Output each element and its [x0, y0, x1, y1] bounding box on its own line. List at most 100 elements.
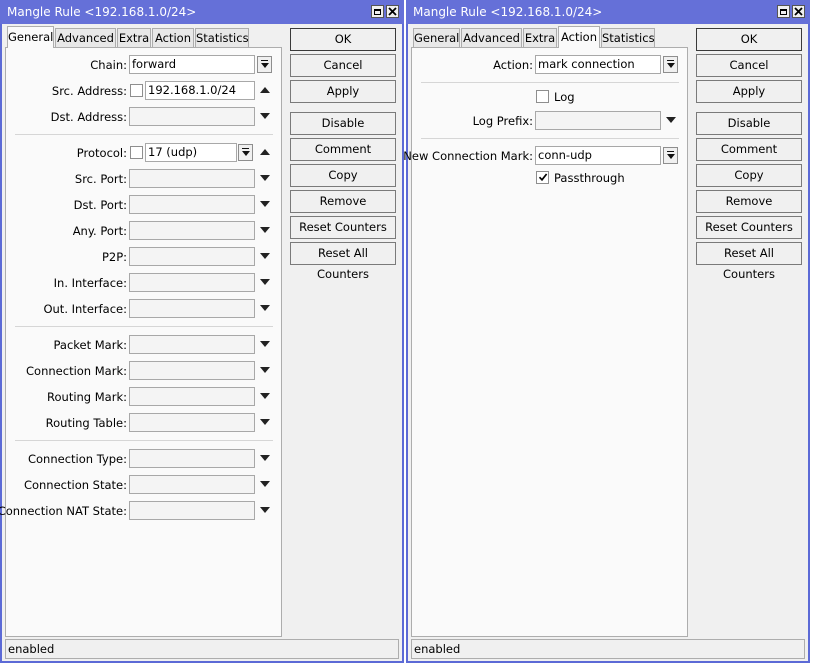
src-address-label: Src. Address: — [51, 84, 127, 98]
protocol-dropdown-button[interactable] — [238, 144, 253, 161]
expand-down-icon[interactable] — [260, 507, 270, 513]
expand-down-icon[interactable] — [260, 481, 270, 487]
packet-mark-input[interactable] — [129, 335, 255, 354]
src-address-invert-checkbox[interactable] — [130, 84, 143, 97]
status-bar: enabled — [5, 639, 399, 659]
out-interface-input[interactable] — [129, 299, 255, 318]
routing-mark-input[interactable] — [129, 387, 255, 406]
tab-extra[interactable]: Extra — [117, 28, 151, 47]
dst-port-row: Dst. Port: — [6, 195, 281, 215]
comment-button[interactable]: Comment — [290, 138, 396, 161]
packet-mark-label: Packet Mark: — [53, 338, 127, 352]
connection-state-label: Connection State: — [23, 478, 127, 492]
new-connection-mark-label: New Connection Mark: — [403, 149, 533, 163]
action-select[interactable]: mark connection — [535, 55, 661, 74]
expand-down-icon[interactable] — [260, 367, 270, 373]
protocol-input[interactable]: 17 (udp) — [145, 143, 237, 162]
tab-action[interactable]: Action — [558, 26, 600, 48]
tab-advanced[interactable]: Advanced — [461, 28, 522, 47]
expand-down-icon[interactable] — [260, 175, 270, 181]
remove-button[interactable]: Remove — [290, 190, 396, 213]
copy-button[interactable]: Copy — [290, 164, 396, 187]
new-connection-mark-row: New Connection Mark: conn-udp — [403, 146, 687, 166]
tab-general[interactable]: General — [413, 28, 460, 47]
expand-down-icon[interactable] — [666, 117, 676, 123]
expand-down-icon[interactable] — [260, 305, 270, 311]
title-bar[interactable]: Mangle Rule <192.168.1.0/24> — [406, 0, 810, 24]
passthrough-label: Passthrough — [554, 171, 625, 185]
tab-extra[interactable]: Extra — [523, 28, 557, 47]
maximize-button[interactable] — [371, 5, 384, 18]
dst-address-input[interactable] — [129, 107, 255, 126]
new-connection-mark-input[interactable]: conn-udp — [535, 146, 661, 165]
comment-button[interactable]: Comment — [696, 138, 802, 161]
expand-down-icon[interactable] — [260, 227, 270, 233]
dst-address-row: Dst. Address: — [6, 107, 281, 127]
tab-action[interactable]: Action — [152, 28, 194, 47]
routing-mark-row: Routing Mark: — [6, 387, 281, 407]
copy-button[interactable]: Copy — [696, 164, 802, 187]
separator — [15, 134, 273, 135]
expand-down-icon[interactable] — [260, 253, 270, 259]
routing-table-input[interactable] — [129, 413, 255, 432]
log-prefix-input[interactable] — [535, 111, 661, 130]
tab-advanced[interactable]: Advanced — [55, 28, 116, 47]
reset-all-counters-button[interactable]: Reset All Counters — [290, 242, 396, 281]
reset-counters-button[interactable]: Reset Counters — [696, 216, 802, 239]
ok-button[interactable]: OK — [290, 28, 396, 51]
connection-nat-state-input[interactable] — [129, 501, 255, 520]
collapse-up-icon[interactable] — [260, 149, 270, 155]
connection-mark-input[interactable] — [129, 361, 255, 380]
connection-nat-state-row: Connection NAT State: — [0, 501, 281, 521]
src-port-label: Src. Port: — [74, 172, 127, 186]
expand-down-icon[interactable] — [260, 393, 270, 399]
window-title: Mangle Rule <192.168.1.0/24> — [413, 5, 603, 19]
expand-down-icon[interactable] — [260, 419, 270, 425]
connection-type-label: Connection Type: — [27, 452, 127, 466]
disable-button[interactable]: Disable — [696, 112, 802, 135]
log-prefix-label: Log Prefix: — [472, 114, 533, 128]
close-button[interactable] — [386, 5, 399, 18]
remove-button[interactable]: Remove — [696, 190, 802, 213]
src-address-input[interactable]: 192.168.1.0/24 — [145, 81, 255, 100]
expand-down-icon[interactable] — [260, 455, 270, 461]
expand-down-icon[interactable] — [260, 113, 270, 119]
apply-button[interactable]: Apply — [290, 80, 396, 103]
chain-dropdown-button[interactable] — [257, 56, 272, 73]
passthrough-checkbox[interactable] — [536, 171, 549, 184]
tab-statistics[interactable]: Statistics — [195, 28, 249, 47]
cancel-button[interactable]: Cancel — [696, 54, 802, 77]
protocol-row: Protocol: 17 (udp) — [6, 143, 281, 163]
collapse-up-icon[interactable] — [260, 87, 270, 93]
p2p-input[interactable] — [129, 247, 255, 266]
protocol-invert-checkbox[interactable] — [130, 146, 143, 159]
src-port-row: Src. Port: — [6, 169, 281, 189]
reset-counters-button[interactable]: Reset Counters — [290, 216, 396, 239]
log-checkbox[interactable] — [536, 90, 549, 103]
reset-all-counters-button[interactable]: Reset All Counters — [696, 242, 802, 281]
apply-button[interactable]: Apply — [696, 80, 802, 103]
title-bar[interactable]: Mangle Rule <192.168.1.0/24> — [0, 0, 404, 24]
maximize-button[interactable] — [777, 5, 790, 18]
expand-down-icon[interactable] — [260, 279, 270, 285]
action-dropdown-button[interactable] — [663, 56, 678, 73]
chain-input[interactable]: forward — [129, 55, 255, 74]
dst-port-input[interactable] — [129, 195, 255, 214]
src-port-input[interactable] — [129, 169, 255, 188]
expand-down-icon[interactable] — [260, 201, 270, 207]
tab-general[interactable]: General — [7, 26, 54, 48]
disable-button[interactable]: Disable — [290, 112, 396, 135]
connection-mark-row: Connection Mark: — [6, 361, 281, 381]
expand-down-icon[interactable] — [260, 341, 270, 347]
any-port-input[interactable] — [129, 221, 255, 240]
separator — [15, 326, 273, 327]
ok-button[interactable]: OK — [696, 28, 802, 51]
mangle-rule-window-action: Mangle Rule <192.168.1.0/24> General Adv… — [403, 0, 810, 663]
new-connection-mark-dropdown-button[interactable] — [663, 147, 678, 164]
in-interface-input[interactable] — [129, 273, 255, 292]
connection-state-input[interactable] — [129, 475, 255, 494]
tab-statistics[interactable]: Statistics — [601, 28, 655, 47]
connection-type-input[interactable] — [129, 449, 255, 468]
cancel-button[interactable]: Cancel — [290, 54, 396, 77]
close-button[interactable] — [792, 5, 805, 18]
